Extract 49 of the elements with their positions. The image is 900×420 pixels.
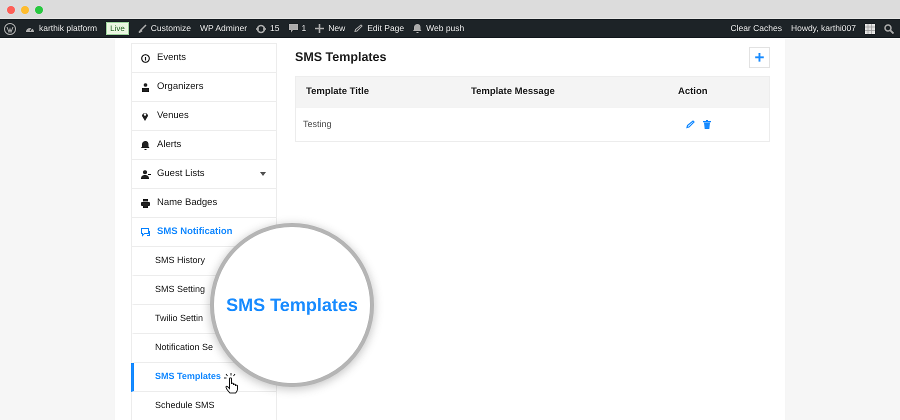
sidebar-link[interactable]: Name Badges: [157, 196, 218, 208]
minimize-dot-icon[interactable]: [21, 6, 29, 14]
sidebar-sublink[interactable]: SMS History: [155, 254, 206, 268]
avatar-icon[interactable]: [865, 24, 875, 34]
location-pin-icon: [141, 111, 151, 121]
page-title: SMS Templates: [295, 48, 386, 66]
admin-bar-link[interactable]: Clear Caches: [730, 22, 782, 35]
admin-bar-link[interactable]: WP Adminer: [200, 22, 248, 35]
sidebar-link[interactable]: Events: [157, 52, 186, 63]
sidebar-link[interactable]: Alerts: [157, 138, 182, 150]
admin-bar-link[interactable]: karthik platform: [39, 22, 98, 35]
admin-bar-link[interactable]: 15: [270, 22, 280, 35]
admin-bar-link[interactable]: Howdy, karthi007: [790, 22, 856, 35]
sidebar-link[interactable]: Venues: [157, 110, 189, 121]
chat-icon: [141, 228, 151, 236]
bell-icon[interactable]: [413, 24, 422, 33]
person-icon: [141, 82, 151, 92]
sidebar-link[interactable]: Organizers: [157, 80, 204, 92]
admin-bar-link[interactable]: New: [328, 22, 346, 35]
table-cell-text: Testing: [302, 118, 333, 131]
admin-bar-link[interactable]: 1: [302, 22, 306, 35]
info-icon: [141, 54, 151, 62]
live-badge: Live: [106, 22, 129, 35]
sidebar-sublink[interactable]: SMS Setting: [155, 283, 206, 297]
wordpress-logo-icon[interactable]: [4, 22, 16, 34]
column-header: Template Title: [305, 85, 370, 100]
trash-icon[interactable]: [703, 120, 711, 129]
maximize-dot-icon[interactable]: [35, 6, 43, 14]
edit-icon[interactable]: [686, 120, 695, 129]
speech-bubble-icon[interactable]: [288, 24, 298, 33]
sidebar-sublink[interactable]: Notification Se: [155, 341, 214, 355]
admin-bar-link[interactable]: Customize: [150, 22, 191, 35]
pencil-icon[interactable]: [354, 24, 364, 33]
magnified-label: SMS Templates: [226, 294, 358, 317]
sidebar-link[interactable]: Guest Lists: [157, 168, 205, 179]
bell-icon: [141, 140, 151, 150]
admin-bar-link[interactable]: Edit Page: [367, 22, 404, 35]
user-group-icon: [141, 170, 151, 178]
printer-icon: [141, 198, 151, 208]
sidebar-sublink[interactable]: Twilio Settin: [155, 312, 204, 326]
column-header: Template Message: [471, 85, 556, 100]
plus-icon[interactable]: [315, 24, 324, 33]
sidebar-sublink[interactable]: Schedule SMS: [155, 399, 215, 413]
column-header: Action: [678, 85, 709, 100]
search-icon[interactable]: [884, 24, 894, 34]
brush-icon[interactable]: [138, 24, 147, 33]
refresh-icon[interactable]: [256, 24, 266, 34]
admin-bar-link[interactable]: Web push: [426, 22, 464, 35]
close-dot-icon[interactable]: [7, 6, 15, 14]
